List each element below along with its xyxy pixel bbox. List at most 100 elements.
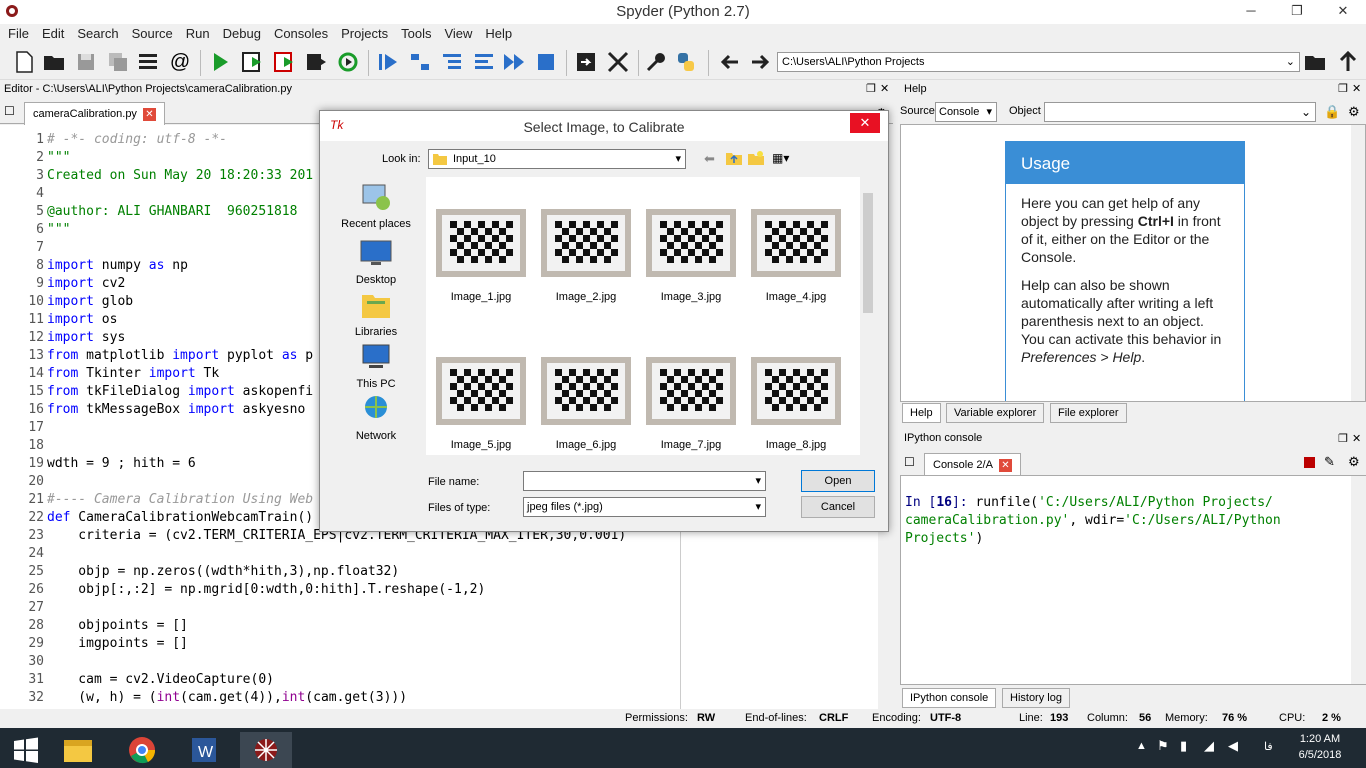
file-thumbnail[interactable]: Image_1.jpg — [436, 209, 526, 303]
file-list-scrollbar[interactable] — [860, 177, 876, 455]
scroll-thumb[interactable] — [863, 193, 873, 313]
minimize-button[interactable]: ─ — [1228, 0, 1274, 22]
new-folder-icon[interactable] — [748, 151, 764, 165]
file-explorer-icon[interactable] — [52, 732, 104, 768]
undock-icon[interactable]: ❐ — [866, 82, 876, 95]
chrome-icon[interactable] — [116, 732, 168, 768]
menu-edit[interactable]: Edit — [34, 24, 69, 41]
fullscreen-icon[interactable] — [606, 50, 630, 74]
gear-icon[interactable]: ⚙ — [1348, 104, 1360, 120]
close-pane-icon[interactable]: ✕ — [1352, 432, 1361, 445]
open-button[interactable]: Open — [801, 470, 875, 492]
run-cell-icon[interactable] — [240, 50, 264, 74]
tray-chevron-icon[interactable]: ▲ — [1136, 740, 1147, 752]
forward-arrow-icon[interactable] — [748, 50, 772, 74]
spyder-taskbar-icon[interactable] — [240, 732, 292, 768]
parent-directory-icon[interactable] — [1336, 50, 1360, 74]
menu-help[interactable]: Help — [477, 24, 517, 41]
file-thumbnail[interactable]: Image_8.jpg — [751, 357, 841, 451]
run-icon[interactable] — [208, 50, 232, 74]
view-menu-icon[interactable]: ▦▾ — [772, 151, 789, 165]
console-scrollbar[interactable] — [1351, 476, 1366, 684]
close-tab-icon[interactable]: ✕ — [142, 108, 156, 121]
help-scrollbar[interactable] — [1351, 125, 1365, 401]
maximize-pane-icon[interactable] — [574, 50, 598, 74]
clear-console-icon[interactable]: ✎ — [1324, 454, 1335, 470]
undock-icon[interactable]: ❐ — [1338, 432, 1348, 445]
file-thumbnail[interactable]: Image_5.jpg — [436, 357, 526, 451]
tab-camera-calibration[interactable]: cameraCalibration.py ✕ — [24, 102, 165, 126]
object-combo[interactable]: ⌄ — [1044, 102, 1316, 122]
dialog-close-button[interactable]: ✕ — [850, 113, 880, 133]
close-pane-icon[interactable]: ✕ — [880, 82, 889, 95]
stop-kernel-icon[interactable] — [1304, 457, 1315, 468]
volume-icon[interactable]: ◀ — [1228, 738, 1238, 754]
step-into-icon[interactable] — [440, 50, 464, 74]
tab-file-explorer[interactable]: File explorer — [1050, 403, 1127, 423]
lock-icon[interactable]: 🔒 — [1324, 104, 1340, 120]
tab-help[interactable]: Help — [902, 403, 941, 423]
up-folder-icon[interactable] — [726, 151, 742, 165]
tab-variable-explorer[interactable]: Variable explorer — [946, 403, 1045, 423]
menu-consoles[interactable]: Consoles — [266, 24, 333, 41]
place-libraries[interactable]: Libraries — [330, 289, 422, 338]
step-return-icon[interactable] — [472, 50, 496, 74]
open-folder-icon[interactable] — [42, 50, 66, 74]
save-all-icon[interactable] — [106, 50, 130, 74]
maximize-button[interactable]: ❐ — [1274, 0, 1320, 22]
preferences-wrench-icon[interactable] — [644, 50, 668, 74]
menu-debug[interactable]: Debug — [215, 24, 266, 41]
menu-file[interactable]: File — [0, 24, 34, 41]
browse-tabs-icon[interactable] — [136, 50, 160, 74]
stop-debug-icon[interactable] — [534, 50, 558, 74]
tab-console[interactable]: Console 2/A ✕ — [924, 453, 1021, 477]
place-network[interactable]: Network — [330, 393, 422, 442]
file-thumbnail[interactable]: Image_3.jpg — [646, 209, 736, 303]
file-thumbnail[interactable]: Image_2.jpg — [541, 209, 631, 303]
run-selection-icon[interactable] — [304, 50, 328, 74]
file-type-select[interactable]: jpeg files (*.jpg) ▾ — [523, 497, 766, 517]
menu-projects[interactable]: Projects — [333, 24, 393, 41]
close-pane-icon[interactable]: ✕ — [1352, 82, 1361, 95]
at-symbol-icon[interactable]: @ — [168, 50, 192, 74]
file-thumbnail[interactable]: Image_4.jpg — [751, 209, 841, 303]
place-this-pc[interactable]: This PC — [330, 341, 422, 390]
working-directory-combo[interactable]: C:\Users\ALI\Python Projects ⌄ — [777, 52, 1300, 72]
new-file-icon[interactable] — [12, 50, 36, 74]
continue-icon[interactable] — [502, 50, 526, 74]
battery-icon[interactable]: ▮ — [1180, 738, 1187, 754]
file-thumbnail[interactable]: Image_6.jpg — [541, 357, 631, 451]
chevron-down-icon[interactable]: ⌄ — [1286, 55, 1295, 68]
browse-tabs-icon[interactable]: ☐ — [4, 104, 15, 118]
menu-tools[interactable]: Tools — [393, 24, 436, 41]
browse-tabs-icon[interactable]: ☐ — [904, 455, 915, 469]
look-in-combo[interactable]: Input_10 ▾ — [428, 149, 686, 169]
back-arrow-icon[interactable] — [718, 50, 742, 74]
gear-icon[interactable]: ⚙ — [1348, 454, 1360, 470]
save-icon[interactable] — [74, 50, 98, 74]
file-thumbnail[interactable]: Image_7.jpg — [646, 357, 736, 451]
word-icon[interactable]: W — [178, 732, 230, 768]
run-cell-advance-icon[interactable] — [272, 50, 296, 74]
ipython-console[interactable]: In [16]: runfile('C:/Users/ALI/Python Pr… — [900, 475, 1366, 685]
menu-search[interactable]: Search — [69, 24, 123, 41]
flag-icon[interactable]: ⚑ — [1157, 738, 1169, 754]
windows-start-icon[interactable] — [0, 732, 52, 768]
back-arrow-icon[interactable]: ⬅ — [704, 151, 715, 167]
menu-view[interactable]: View — [436, 24, 477, 41]
source-select[interactable]: Console ▾ — [935, 102, 997, 122]
tab-ipython-console[interactable]: IPython console — [902, 688, 997, 708]
python-path-icon[interactable] — [674, 50, 698, 74]
browse-directory-icon[interactable] — [1303, 50, 1327, 74]
file-name-input[interactable]: ▾ — [523, 471, 766, 491]
place-desktop[interactable]: Desktop — [330, 237, 422, 286]
menu-source[interactable]: Source — [124, 24, 178, 41]
menu-run[interactable]: Run — [178, 24, 215, 41]
place-recent-places[interactable]: Recent places — [330, 181, 422, 230]
wifi-icon[interactable]: ◢ — [1204, 738, 1214, 754]
language-indicator[interactable]: فا — [1264, 740, 1273, 753]
undock-icon[interactable]: ❐ — [1338, 82, 1348, 95]
debug-icon[interactable] — [376, 50, 400, 74]
rerun-icon[interactable] — [336, 50, 360, 74]
step-icon[interactable] — [408, 50, 432, 74]
